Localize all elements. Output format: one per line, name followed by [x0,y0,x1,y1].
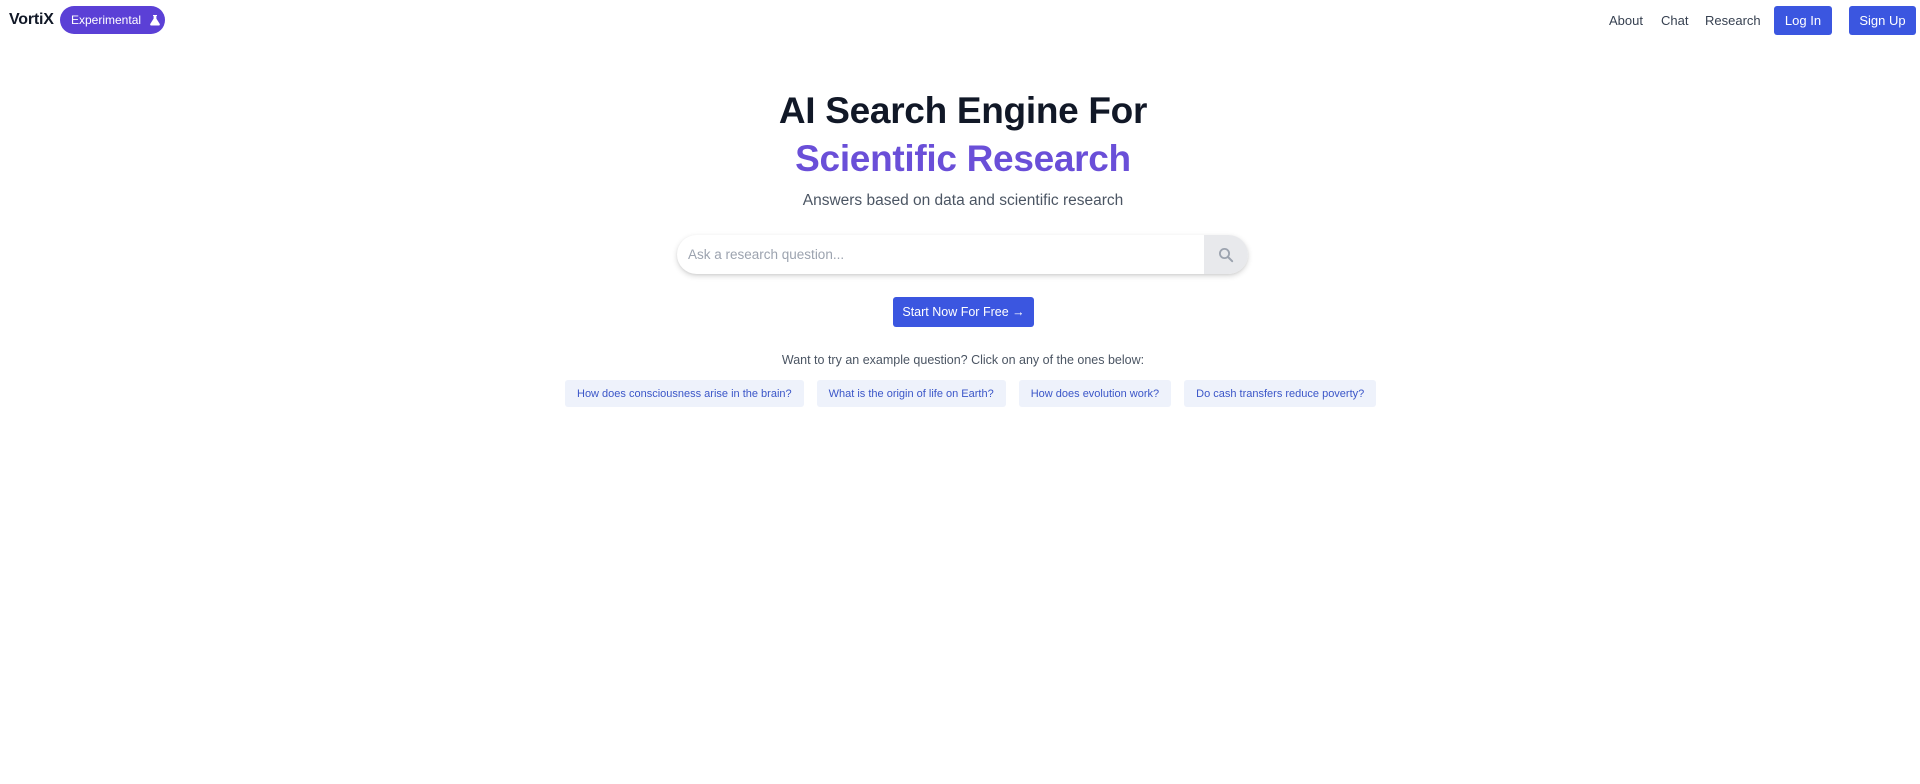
start-free-button[interactable]: Start Now For Free → [893,297,1034,327]
example-question-chip[interactable]: How does evolution work? [1018,380,1172,407]
login-button[interactable]: Log In [1774,6,1832,35]
example-question-chip[interactable]: Do cash transfers reduce poverty? [1184,380,1377,407]
nav-link-about[interactable]: About [1609,13,1643,28]
brand-logo[interactable]: VortiX [9,11,54,29]
hero-title-line-2: Scientific Research [795,138,1131,179]
example-question-chip[interactable]: How does consciousness arise in the brai… [565,380,804,407]
nav-link-chat[interactable]: Chat [1661,13,1688,28]
experimental-badge[interactable]: Experimental [60,6,165,34]
signup-button[interactable]: Sign Up [1849,6,1916,35]
search-button[interactable] [1204,235,1248,274]
experimental-badge-label: Experimental [71,13,142,27]
example-questions: How does consciousness arise in the brai… [565,380,1377,407]
search-bar [677,235,1248,274]
hero-title-line-1: AI Search Engine For [778,90,1148,131]
nav-link-research[interactable]: Research [1705,13,1761,28]
hero-subtitle: Answers based on data and scientific res… [802,192,1124,209]
example-prompt-text: Want to try an example question? Click o… [781,353,1145,367]
example-question-chip[interactable]: What is the origin of life on Earth? [816,380,1006,407]
flask-icon [149,14,161,26]
top-navbar: VortiX Experimental About Chat Research … [0,0,1920,40]
search-icon [1218,247,1234,263]
search-input[interactable] [677,235,1205,274]
